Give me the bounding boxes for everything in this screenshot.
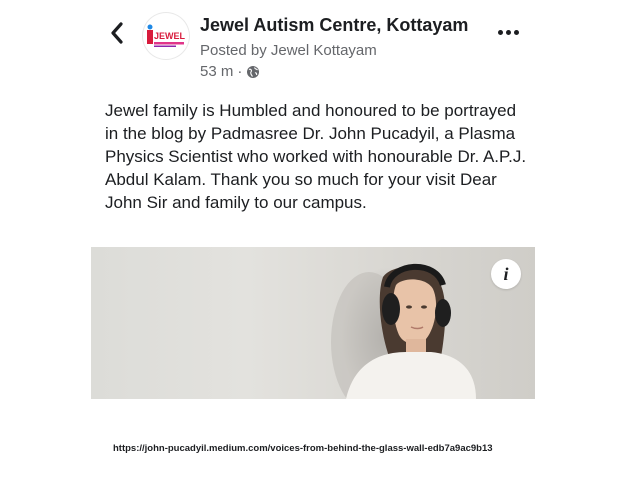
- page-name[interactable]: Jewel Autism Centre, Kottayam: [200, 15, 468, 36]
- more-dots-icon: [497, 29, 503, 35]
- back-button[interactable]: [104, 18, 130, 48]
- more-options-button[interactable]: [494, 22, 522, 42]
- jewel-logo: JEWEL: [147, 24, 186, 47]
- post-text: Jewel family is Humbled and honoured to …: [105, 101, 527, 212]
- post-meta: 53 m ·: [200, 63, 260, 80]
- info-icon: i: [503, 263, 509, 284]
- more-dot: [513, 29, 519, 35]
- info-button[interactable]: i: [491, 259, 521, 289]
- meta-separator: ·: [237, 63, 243, 80]
- girl-with-headphones-illustration: [331, 263, 476, 399]
- posted-by: Posted by Jewel Kottayam: [200, 42, 377, 59]
- post-time[interactable]: 53 m: [200, 63, 233, 80]
- logo-text: JEWEL: [154, 31, 186, 41]
- more-dot: [505, 29, 511, 35]
- source-url[interactable]: https://john-pucadyil.medium.com/voices-…: [113, 443, 493, 454]
- page-avatar[interactable]: JEWEL: [143, 13, 189, 59]
- post-image[interactable]: [91, 247, 535, 399]
- chevron-left-icon: [111, 22, 123, 44]
- facebook-post: JEWEL Jewel Autism Centre, Kottayam Post…: [0, 0, 626, 490]
- globe-icon[interactable]: [246, 65, 260, 79]
